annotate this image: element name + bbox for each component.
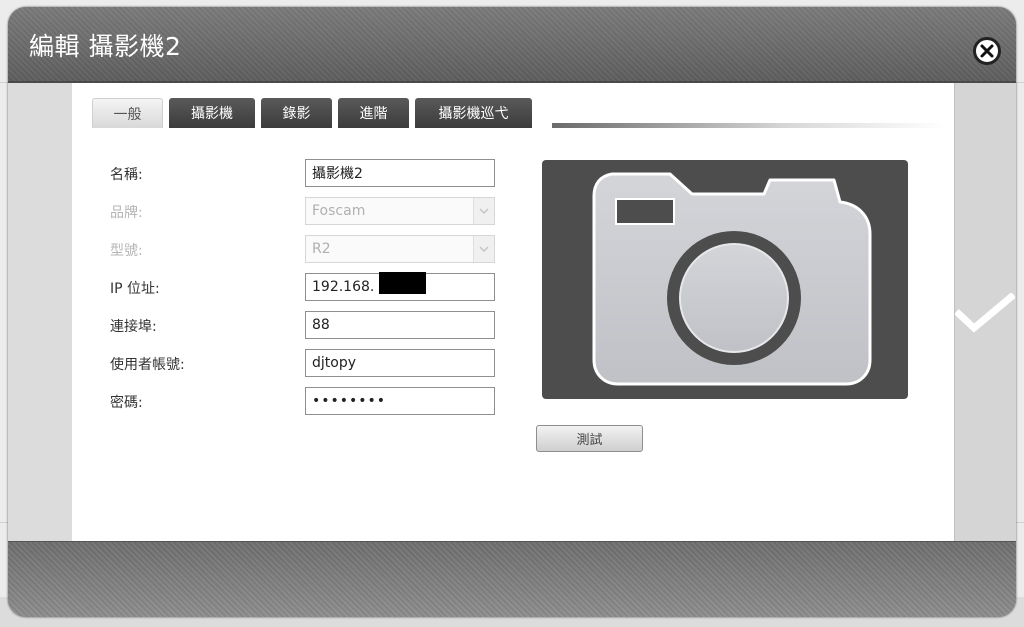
tab-advanced[interactable]: 進階 [338, 98, 409, 128]
tab-camera[interactable]: 攝影機 [169, 98, 255, 128]
test-button[interactable]: 測試 [536, 425, 643, 452]
name-label: 名稱: [110, 167, 143, 183]
tab-bar-rule [552, 123, 947, 128]
brand-select[interactable]: Foscam [305, 197, 495, 225]
camera-placeholder-icon [592, 172, 872, 386]
dialog-title: 編輯 攝影機2 [29, 32, 182, 61]
tab-bar: 一般 攝影機 錄影 進階 攝影機巡弋 [92, 98, 947, 128]
password-label: 密碼: [110, 395, 143, 411]
tab-camera-patrol[interactable]: 攝影機巡弋 [415, 98, 532, 128]
ip-address-label: IP 位址: [110, 281, 160, 297]
confirm-button[interactable] [954, 287, 1016, 339]
tab-recording[interactable]: 錄影 [261, 98, 332, 128]
brand-select-value: Foscam [312, 203, 366, 219]
dialog-content: 一般 攝影機 錄影 進階 攝影機巡弋 名稱: 品牌: 型號: IP 位址: 連接… [72, 83, 954, 541]
close-icon [980, 44, 994, 58]
tab-general[interactable]: 一般 [92, 98, 163, 128]
brand-label: 品牌: [110, 205, 143, 221]
dialog-titlebar: 編輯 攝影機2 [8, 7, 1016, 83]
left-side-panel [8, 83, 73, 541]
checkmark-icon [955, 293, 1015, 333]
dialog-footer [8, 541, 1016, 617]
password-input[interactable] [305, 387, 495, 415]
chevron-down-icon [473, 198, 494, 224]
port-input[interactable] [305, 311, 495, 339]
name-input[interactable] [305, 159, 495, 187]
chevron-down-icon [473, 236, 494, 262]
edit-camera-dialog: 編輯 攝影機2 一般 攝影機 錄影 進階 攝影機巡弋 名稱: 品牌: 型號: I… [8, 7, 1016, 617]
port-label: 連接埠: [110, 319, 157, 335]
close-button[interactable] [973, 37, 1001, 65]
username-input[interactable] [305, 349, 495, 377]
username-label: 使用者帳號: [110, 357, 185, 373]
model-select[interactable]: R2 [305, 235, 495, 263]
model-select-value: R2 [312, 241, 331, 257]
camera-preview-panel [542, 160, 908, 399]
ip-redaction-block [379, 272, 426, 294]
model-label: 型號: [110, 243, 143, 259]
